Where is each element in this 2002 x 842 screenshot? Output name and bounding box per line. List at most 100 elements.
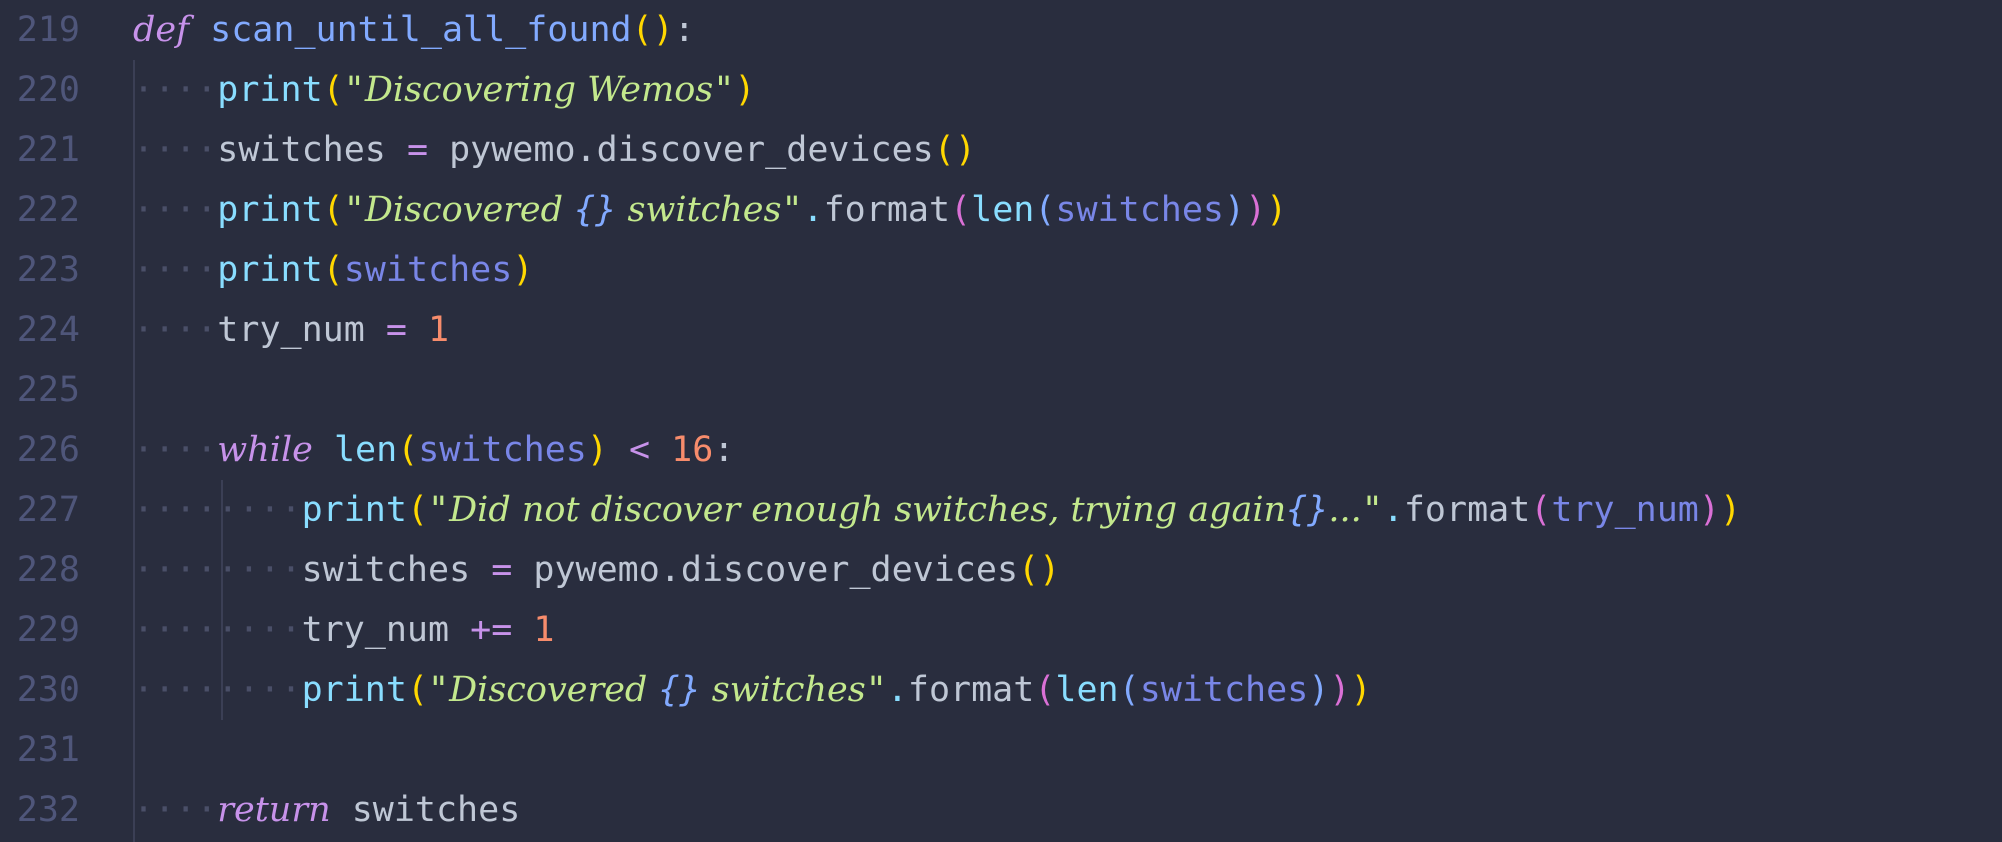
code-text: ····return switches bbox=[133, 780, 520, 840]
code-token: " bbox=[428, 670, 450, 710]
code-editor[interactable]: 219 def scan_until_all_found(): 220 ····pri… bbox=[0, 0, 2002, 842]
code-token: ( bbox=[406, 670, 429, 710]
code-token: = bbox=[470, 550, 534, 590]
code-token: return bbox=[217, 790, 331, 830]
line-number: 228 bbox=[16, 550, 80, 590]
code-token: " bbox=[343, 190, 365, 230]
code-text: ····while len(switches) < 16: bbox=[133, 420, 734, 480]
code-token: print bbox=[301, 490, 407, 530]
line-number: 230 bbox=[16, 670, 80, 710]
code-token: ) bbox=[512, 250, 534, 290]
code-text: ········try_num += 1 bbox=[133, 600, 554, 660]
code-line[interactable]: 223 ····print(switches) bbox=[0, 240, 2002, 300]
code-token: ( bbox=[406, 490, 429, 530]
code-token: . bbox=[802, 190, 824, 230]
line-number: 224 bbox=[16, 310, 80, 350]
code-token: Discovering Wemos bbox=[364, 70, 714, 110]
code-token: Discovered bbox=[364, 190, 575, 230]
line-number: 220 bbox=[16, 70, 80, 110]
code-line[interactable]: 232 ····return switches bbox=[0, 780, 2002, 840]
code-text: ····print(switches) bbox=[133, 240, 533, 300]
code-token: ) bbox=[652, 10, 674, 50]
code-token: try_num bbox=[301, 610, 450, 650]
code-token: ) bbox=[1350, 670, 1372, 710]
code-token: switches bbox=[616, 190, 782, 230]
code-line[interactable]: 220 ····print("Discovering Wemos") bbox=[0, 60, 2002, 120]
line-number: 231 bbox=[16, 730, 80, 770]
code-token: ) bbox=[1224, 190, 1246, 230]
code-line[interactable]: 225 bbox=[0, 360, 2002, 420]
code-token: : bbox=[673, 10, 695, 50]
code-token: ( bbox=[631, 10, 653, 50]
code-token: switches bbox=[330, 790, 521, 830]
line-number: 226 bbox=[16, 430, 80, 470]
code-token: ) bbox=[1308, 670, 1330, 710]
code-token: ···· bbox=[133, 310, 218, 350]
code-token: format bbox=[1403, 490, 1531, 530]
code-line[interactable]: 221 ····switches = pywemo.discover_device… bbox=[0, 120, 2002, 180]
code-token: {} bbox=[574, 190, 617, 230]
code-token: 16 bbox=[671, 430, 714, 470]
code-text: ····print("Discovering Wemos") bbox=[133, 60, 755, 120]
line-number: 232 bbox=[16, 790, 80, 830]
code-token: ) bbox=[1698, 490, 1720, 530]
code-token: {} bbox=[1286, 490, 1329, 530]
code-token: = bbox=[385, 130, 450, 170]
code-token: switches bbox=[1139, 670, 1309, 710]
line-number: 227 bbox=[16, 490, 80, 530]
code-token: 1 bbox=[533, 610, 555, 650]
code-token: : bbox=[713, 430, 735, 470]
code-text: ········print("Did not discover enough s… bbox=[133, 480, 1741, 540]
code-token: = bbox=[364, 310, 429, 350]
code-token: pywemo.discover_devices bbox=[533, 550, 1019, 590]
code-line[interactable]: 229 ········try_num += 1 bbox=[0, 600, 2002, 660]
code-token: ········ bbox=[133, 670, 302, 710]
code-token: ( bbox=[322, 250, 344, 290]
code-token: 1 bbox=[428, 310, 450, 350]
code-token: print bbox=[217, 190, 323, 230]
code-token: ) bbox=[954, 130, 976, 170]
code-token: def bbox=[133, 10, 190, 50]
code-token: ···· bbox=[133, 250, 218, 290]
code-token: print bbox=[301, 670, 407, 710]
code-line[interactable]: 226 ····while len(switches) < 16: bbox=[0, 420, 2002, 480]
code-token: ... bbox=[1328, 490, 1362, 530]
code-line[interactable]: 227 ········print("Did not discover enoug… bbox=[0, 480, 2002, 540]
line-number: 222 bbox=[16, 190, 80, 230]
code-line[interactable]: 224 ····try_num = 1 bbox=[0, 300, 2002, 360]
code-line[interactable]: 228 ········switches = pywemo.discover_de… bbox=[0, 540, 2002, 600]
code-token: ) bbox=[1266, 190, 1288, 230]
code-token: try_num bbox=[217, 310, 365, 350]
code-token: switches bbox=[418, 430, 587, 470]
code-token: ···· bbox=[133, 130, 218, 170]
code-token: switches bbox=[217, 130, 386, 170]
code-token: ···· bbox=[133, 430, 218, 470]
code-line[interactable]: 219 def scan_until_all_found(): bbox=[0, 0, 2002, 60]
code-token: format bbox=[823, 190, 951, 230]
code-text: ········switches = pywemo.discover_devic… bbox=[133, 540, 1060, 600]
code-token: ) bbox=[1329, 670, 1351, 710]
code-line[interactable]: 231 bbox=[0, 720, 2002, 780]
code-token: ···· bbox=[133, 790, 218, 830]
code-token: print bbox=[217, 250, 323, 290]
code-token: switches bbox=[301, 550, 471, 590]
code-token: . bbox=[886, 670, 908, 710]
code-line[interactable]: 230 ········print("Discovered {} switches… bbox=[0, 660, 2002, 720]
code-token: scan_until_all_found bbox=[210, 10, 632, 50]
code-token: ···· bbox=[133, 70, 218, 110]
code-token: ( bbox=[322, 190, 344, 230]
code-token: len bbox=[1055, 670, 1119, 710]
code-line[interactable]: 222 ····print("Discovered {} switches".fo… bbox=[0, 180, 2002, 240]
code-text: ········print("Discovered {} switches".f… bbox=[133, 660, 1372, 720]
code-token: ( bbox=[397, 430, 419, 470]
code-token: " bbox=[865, 670, 887, 710]
line-number: 219 bbox=[16, 10, 80, 50]
code-text: ····try_num = 1 bbox=[133, 300, 449, 360]
code-token: Discovered bbox=[449, 670, 659, 710]
code-token: while bbox=[217, 430, 313, 470]
code-token: " bbox=[428, 490, 450, 530]
code-token: ( bbox=[950, 190, 972, 230]
code-token: " bbox=[781, 190, 803, 230]
code-token: ( bbox=[1034, 190, 1056, 230]
